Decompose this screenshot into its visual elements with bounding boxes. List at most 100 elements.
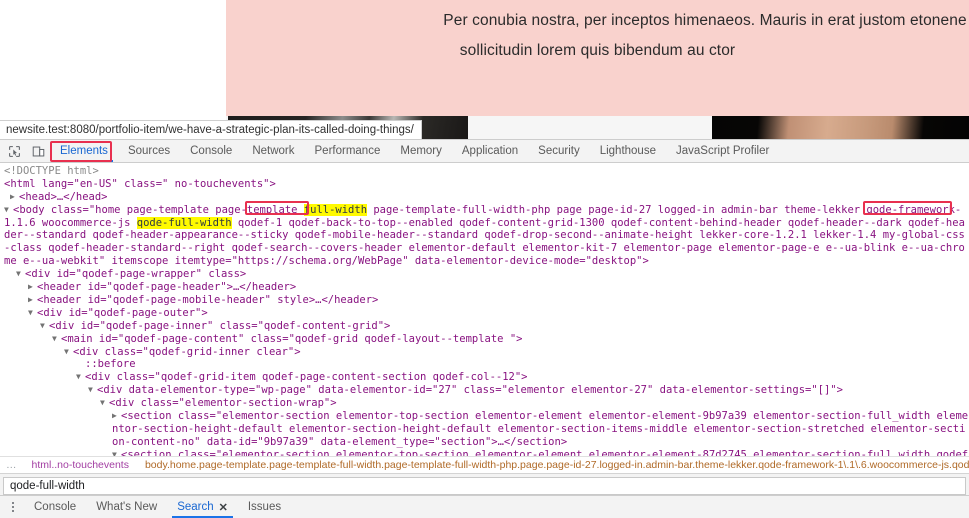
elementor-wp-page-tag: <div data-elementor-type="wp-page" data-…: [97, 384, 843, 397]
expand-arrow-icon[interactable]: ▶: [28, 294, 37, 307]
dom-line-doctype[interactable]: <!DOCTYPE html>: [4, 165, 969, 178]
drawer-tab-issues-label: Issues: [247, 501, 282, 513]
search-row: [0, 473, 969, 495]
tab-sources-label: Sources: [127, 145, 171, 157]
dom-line-page-inner[interactable]: ▼ <div id="qodef-page-inner" class="qodef…: [4, 320, 969, 333]
breadcrumb: … html..no-touchevents body.home.page-te…: [0, 456, 969, 473]
drawer-tab-search-label: Search: [177, 501, 214, 513]
drawer-tab-whats-new[interactable]: What's New: [86, 496, 167, 518]
grid-inner-tag: <div class="qodef-grid-inner clear">: [73, 345, 301, 358]
section-9b97a39-tag: <section class="elementor-section elemen…: [112, 410, 969, 448]
dom-line-grid-item[interactable]: ▼ <div class="qodef-grid-item qodef-page-…: [4, 371, 969, 384]
dom-line-head[interactable]: ▶ <head>…</head>: [4, 191, 969, 204]
close-icon[interactable]: ✕: [219, 501, 228, 514]
tab-lighthouse-label: Lighthouse: [599, 145, 656, 157]
collapse-arrow-icon[interactable]: ▼: [40, 320, 49, 333]
drawer-tab-console[interactable]: Console: [24, 496, 86, 518]
portfolio-image-right[interactable]: [712, 116, 969, 140]
page-header-tag: <header id="qodef-page-header">…</header…: [37, 281, 297, 294]
main-tag: <main id="qodef-page-content" class="qod…: [61, 332, 523, 345]
collapse-arrow-icon[interactable]: ▼: [16, 268, 25, 281]
expand-arrow-icon[interactable]: ▶: [28, 281, 37, 294]
search-input[interactable]: [3, 477, 966, 495]
dom-line-page-wrapper[interactable]: ▼ <div id="qodef-page-wrapper" class>: [4, 268, 969, 281]
dom-line-page-header[interactable]: ▶ <header id="qodef-page-header">…</heade…: [4, 281, 969, 294]
dom-line-main[interactable]: ▼ <main id="qodef-page-content" class="qo…: [4, 333, 969, 346]
collapse-arrow-icon[interactable]: ▼: [76, 371, 85, 384]
drawer-tab-whats-new-label: What's New: [96, 501, 158, 513]
drawer-tab-search[interactable]: Search ✕: [167, 496, 238, 518]
tab-javascript-profiler-label: JavaScript Profiler: [675, 145, 770, 157]
tab-sources[interactable]: Sources: [118, 140, 180, 162]
drawer-tab-issues[interactable]: Issues: [238, 496, 291, 518]
search-match-full-width: full-width: [303, 203, 368, 216]
devtools-tabbar: Elements Sources Console Network Perform…: [0, 140, 969, 163]
page-inner-tag: <div id="qodef-page-inner" class="qodef-…: [49, 319, 391, 332]
pseudo-before-text: ::before: [85, 358, 136, 371]
tab-console[interactable]: Console: [180, 140, 242, 162]
mobile-header-tag: <header id="qodef-page-mobile-header" st…: [37, 293, 379, 306]
tab-performance-label: Performance: [314, 145, 381, 157]
tab-lighthouse[interactable]: Lighthouse: [590, 140, 666, 162]
expand-arrow-icon[interactable]: ▶: [10, 191, 19, 204]
doctype-text: <!DOCTYPE html>: [4, 165, 99, 177]
page-outer-tag: <div id="qodef-page-outer">: [37, 306, 208, 319]
drawer-tab-console-label: Console: [34, 501, 77, 513]
devtools-screenshot: Per conubia nostra, per inceptos himenae…: [0, 0, 969, 518]
dom-tree[interactable]: <!DOCTYPE html> <html lang="en-US" class…: [0, 163, 969, 456]
tab-memory[interactable]: Memory: [390, 140, 452, 162]
collapse-arrow-icon[interactable]: ▼: [88, 384, 97, 397]
hero-banner-line-1: Per conubia nostra, per inceptos himenae…: [443, 12, 967, 29]
devtools-panel: Elements Sources Console Network Perform…: [0, 139, 969, 518]
breadcrumb-item-html[interactable]: html..no-touchevents: [24, 459, 137, 471]
tab-application[interactable]: Application: [452, 140, 528, 162]
tab-network-label: Network: [252, 145, 295, 157]
grid-item-tag: <div class="qodef-grid-item qodef-page-c…: [85, 371, 528, 384]
breadcrumb-overflow-icon[interactable]: …: [4, 459, 24, 471]
more-options-icon[interactable]: [2, 496, 24, 518]
expand-arrow-icon[interactable]: ▶: [112, 410, 121, 423]
collapse-arrow-icon[interactable]: ▼: [52, 333, 61, 346]
dom-line-section-wrap[interactable]: ▼ <div class="elementor-section-wrap">: [4, 397, 969, 410]
dom-line-grid-inner[interactable]: ▼ <div class="qodef-grid-inner clear">: [4, 346, 969, 359]
inspect-element-icon[interactable]: [2, 140, 26, 162]
dom-line-page-outer[interactable]: ▼ <div id="qodef-page-outer">: [4, 307, 969, 320]
section-wrap-tag: <div class="elementor-section-wrap">: [109, 397, 337, 410]
collapse-arrow-icon[interactable]: ▼: [28, 307, 37, 320]
dom-line-section-9b97a39[interactable]: ▶ <section class="elementor-section eleme…: [4, 410, 969, 449]
tab-console-label: Console: [190, 145, 233, 157]
tab-application-label: Application: [461, 145, 519, 157]
page-wrapper-tag: <div id="qodef-page-wrapper" class>: [25, 268, 247, 281]
hero-banner-line-2: sollicitudin lorem quis bibendum au ctor: [459, 42, 736, 59]
collapse-arrow-icon[interactable]: ▼: [112, 449, 121, 456]
tab-elements-label: Elements: [60, 145, 108, 157]
html-open-tag: <html lang="en-US" class=" no-touchevent…: [4, 177, 276, 190]
hero-banner-text: Per conubia nostra, per inceptos himenae…: [226, 0, 969, 66]
tab-javascript-profiler[interactable]: JavaScript Profiler: [666, 140, 779, 162]
search-match-qode-full-width: qode-full-width: [136, 216, 232, 229]
dom-line-section-87d2745[interactable]: ▼ <section class="elementor-section eleme…: [4, 449, 969, 456]
dom-line-html[interactable]: <html lang="en-US" class=" no-touchevent…: [4, 178, 969, 191]
collapse-arrow-icon[interactable]: ▼: [100, 397, 109, 410]
status-bar-url: newsite.test:8080/portfolio-item/we-have…: [0, 120, 422, 139]
hero-banner: Per conubia nostra, per inceptos himenae…: [226, 0, 969, 116]
collapse-arrow-icon[interactable]: ▼: [4, 204, 13, 217]
tab-memory-label: Memory: [400, 145, 442, 157]
section-87d2745-tag: <section class="elementor-section elemen…: [121, 448, 969, 456]
tab-performance[interactable]: Performance: [305, 140, 391, 162]
tab-security-label: Security: [538, 145, 580, 157]
collapse-arrow-icon[interactable]: ▼: [64, 346, 73, 359]
drawer-tabbar: Console What's New Search ✕ Issues: [0, 495, 969, 518]
dom-line-pseudo-before[interactable]: ::before: [4, 358, 969, 371]
page-viewport: Per conubia nostra, per inceptos himenae…: [0, 0, 969, 140]
dom-line-elementor-wp-page[interactable]: ▼ <div data-elementor-type="wp-page" data…: [4, 384, 969, 397]
head-tag: <head>…</head>: [19, 190, 108, 203]
tab-network[interactable]: Network: [242, 140, 304, 162]
tab-security[interactable]: Security: [528, 140, 590, 162]
body-open-part-a: <body class="home page-template page-tem…: [13, 203, 304, 216]
device-toolbar-icon[interactable]: [26, 140, 50, 162]
dom-line-mobile-header[interactable]: ▶ <header id="qodef-page-mobile-header" s…: [4, 294, 969, 307]
dom-line-body[interactable]: ▼ <body class="home page-template page-te…: [4, 203, 969, 269]
tab-elements[interactable]: Elements: [50, 140, 118, 162]
breadcrumb-item-body[interactable]: body.home.page-template.page-template-fu…: [137, 459, 969, 471]
